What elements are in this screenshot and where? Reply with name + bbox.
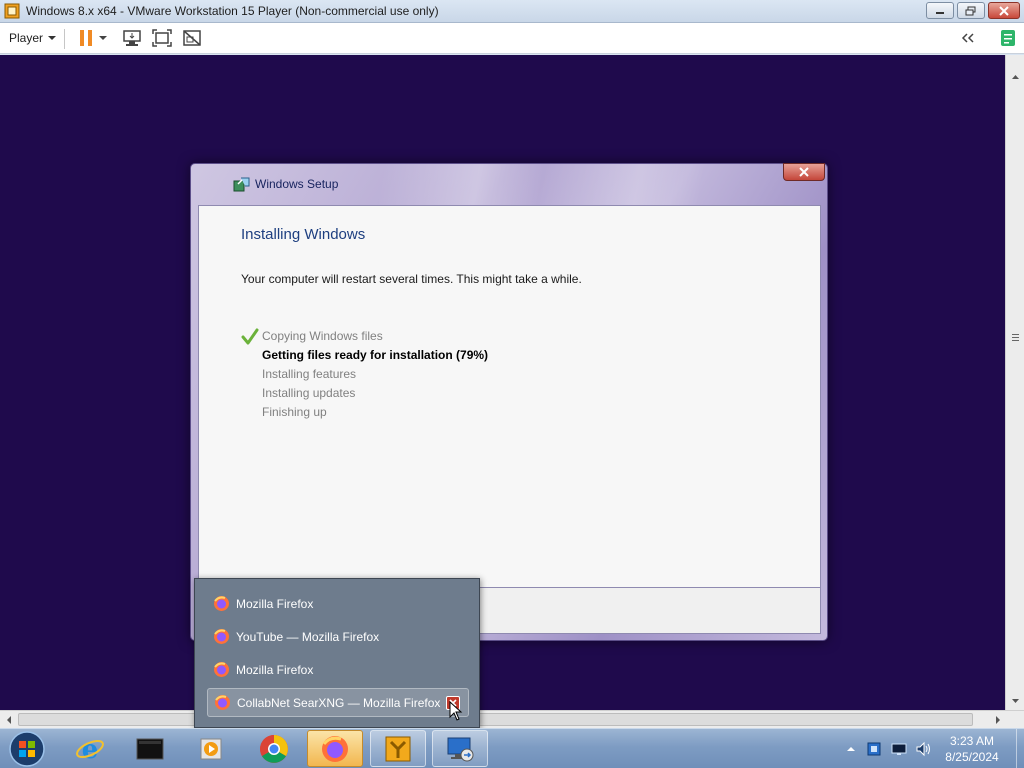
vmware-player-icon: [4, 3, 20, 19]
step-finishing-up: Finishing up: [241, 403, 488, 422]
collapse-toolbar-button[interactable]: [957, 28, 979, 48]
media-player-icon: [200, 738, 222, 759]
windows-taskbar: e 3:23 AM 8/25/2024: [0, 728, 1024, 768]
collapse-toolbar-icon: [961, 33, 974, 43]
show-hidden-icons-arrow[interactable]: [844, 742, 858, 756]
setup-step-list: Copying Windows files Getting files read…: [241, 327, 488, 422]
scroll-down-icon: [1012, 699, 1019, 703]
pause-icon: [80, 30, 92, 46]
step-label: Installing features: [262, 367, 357, 381]
windows-setup-icon: [233, 177, 250, 192]
start-button[interactable]: [4, 730, 50, 768]
firefox-icon: [214, 662, 229, 677]
windows-setup-dialog: Windows Setup Installing Windows Your co…: [190, 163, 828, 641]
network-icon[interactable]: [890, 741, 908, 757]
window-list-item-hovered[interactable]: CollabNet SearXNG — Mozilla Firefox: [207, 688, 469, 717]
taskbar-firefox[interactable]: [307, 730, 363, 767]
firefox-icon: [215, 695, 230, 710]
step-label: Getting files ready for installation (79…: [262, 348, 489, 362]
send-ctrl-alt-del-icon: [123, 30, 141, 46]
close-window-button[interactable]: [988, 2, 1020, 19]
internet-explorer-icon: e: [76, 735, 104, 764]
pause-dropdown-button[interactable]: [96, 28, 110, 48]
system-tray: [844, 737, 933, 761]
scroll-left-icon: [7, 716, 11, 724]
svg-text:e: e: [82, 735, 99, 764]
mouse-cursor-icon: [449, 701, 463, 721]
clock-date: 8/25/2024: [945, 750, 999, 764]
horizontal-scrollbar[interactable]: [0, 710, 1024, 728]
window-list-item-label: CollabNet SearXNG — Mozilla Firefox: [237, 695, 441, 710]
chevron-down-icon: [48, 36, 57, 40]
step-installing-features: Installing features: [241, 365, 488, 384]
scrollbar-grip-icon: [1012, 334, 1019, 341]
page-title: Installing Windows: [241, 226, 366, 243]
window-list-item-label: YouTube — Mozilla Firefox: [236, 629, 380, 644]
fullscreen-icon: [152, 29, 172, 47]
remote-desktop-icon: [447, 737, 474, 761]
player-menu-button[interactable]: Player: [5, 28, 62, 48]
restore-button[interactable]: [957, 2, 985, 19]
windows-logo-icon: [9, 731, 45, 767]
dialog-close-button[interactable]: [783, 163, 825, 181]
minimize-icon: [936, 11, 944, 14]
window-list-item[interactable]: Mozilla Firefox: [207, 589, 469, 618]
vmware-tray-icon[interactable]: [866, 741, 882, 757]
window-list-item-label: Mozilla Firefox: [236, 596, 314, 611]
firefox-icon: [322, 735, 348, 762]
firefox-icon: [214, 596, 229, 611]
step-getting-files-ready: Getting files ready for installation (79…: [241, 346, 488, 365]
taskbar-clock[interactable]: 3:23 AM 8/25/2024: [930, 733, 1014, 765]
vmware-titlebar: Windows 8.x x64 - VMware Workstation 15 …: [0, 0, 1024, 23]
dropdown-arrow-icon: [99, 36, 107, 40]
step-label: Installing updates: [262, 386, 356, 400]
pause-button[interactable]: [75, 28, 97, 48]
taskbar-remote-desktop[interactable]: [432, 730, 488, 767]
player-menu-label: Player: [9, 31, 44, 45]
notes-button[interactable]: [997, 28, 1019, 48]
send-ctrl-alt-del-button[interactable]: [121, 28, 143, 48]
step-installing-updates: Installing updates: [241, 384, 488, 403]
taskbar-internet-explorer[interactable]: e: [62, 730, 118, 767]
vertical-scrollbar[interactable]: [1005, 55, 1024, 710]
horizontal-scroll-thumb[interactable]: [18, 713, 973, 726]
show-desktop-button[interactable]: [1016, 729, 1024, 768]
window-list-item[interactable]: YouTube — Mozilla Firefox: [207, 622, 469, 651]
vmware-icon: [385, 736, 411, 761]
fullscreen-button[interactable]: [151, 28, 173, 48]
restore-icon: [965, 6, 976, 15]
step-label: Finishing up: [262, 405, 327, 419]
firefox-icon: [214, 629, 229, 644]
vmware-toolbar: Player: [0, 23, 1024, 54]
firefox-window-list-popup: Mozilla Firefox YouTube — Mozilla Firefo…: [194, 578, 480, 728]
terminal-icon: [136, 738, 164, 759]
window-list-item-label: Mozilla Firefox: [236, 662, 314, 677]
guest-display[interactable]: Windows Setup Installing Windows Your co…: [0, 55, 1005, 710]
setup-content-panel: Installing Windows Your computer will re…: [198, 205, 821, 588]
unity-button[interactable]: [181, 28, 203, 48]
step-label: Copying Windows files: [262, 329, 383, 343]
scroll-right-icon: [996, 716, 1000, 724]
unity-icon: [183, 30, 201, 46]
step-copying-files: Copying Windows files: [241, 327, 488, 346]
close-icon: [799, 167, 809, 177]
chrome-icon: [260, 734, 288, 763]
clock-time: 3:23 AM: [949, 734, 995, 748]
window-title: Windows 8.x x64 - VMware Workstation 15 …: [26, 4, 439, 18]
taskbar-media-player[interactable]: [184, 730, 240, 767]
taskbar-vmware[interactable]: [370, 730, 426, 767]
close-icon: [999, 5, 1009, 16]
minimize-button[interactable]: [926, 2, 954, 19]
notes-icon: [1001, 30, 1015, 46]
dialog-title: Windows Setup: [255, 177, 339, 191]
checkmark-icon: [241, 328, 259, 345]
taskbar-chrome[interactable]: [246, 730, 302, 767]
scroll-up-icon: [1012, 75, 1019, 79]
setup-description: Your computer will restart several times…: [241, 272, 582, 286]
toolbar-separator: [64, 29, 65, 49]
taskbar-terminal[interactable]: [122, 730, 178, 767]
window-list-item[interactable]: Mozilla Firefox: [207, 655, 469, 684]
